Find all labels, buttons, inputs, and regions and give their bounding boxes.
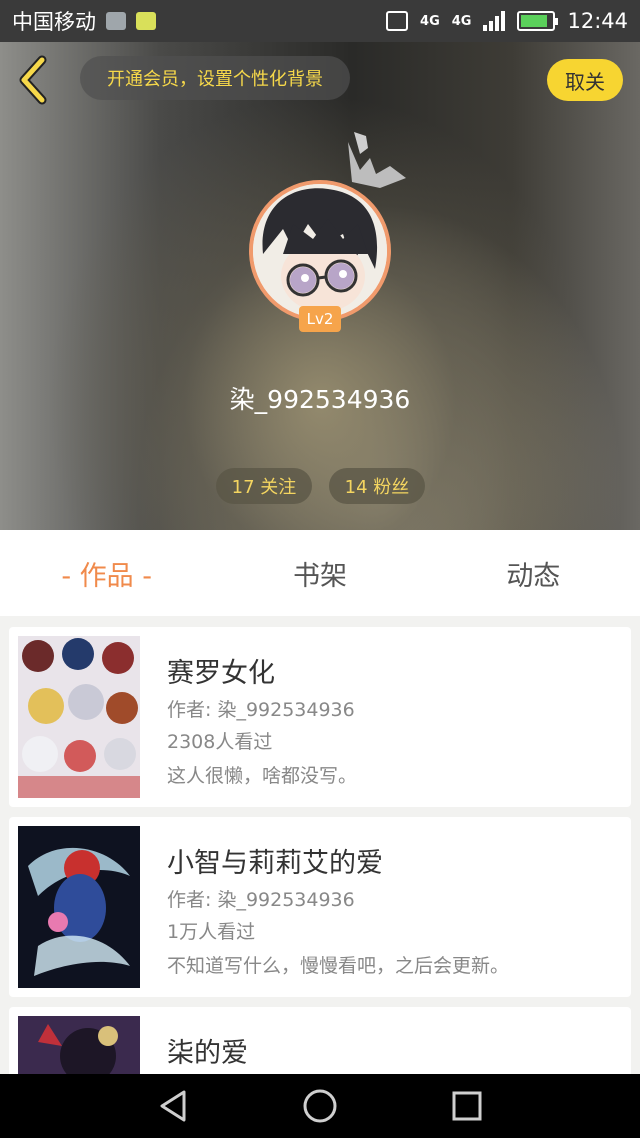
avatar-image	[253, 184, 387, 318]
work-author: 作者: 染_992534936	[167, 889, 355, 911]
work-title: 柒的爱	[167, 1038, 248, 1069]
crown-icon	[348, 132, 406, 188]
work-author: 作者: 染_992534936	[167, 699, 355, 721]
chat-icon	[136, 12, 156, 30]
back-triangle-icon	[160, 1090, 186, 1122]
tab-works[interactable]: - 作品 -	[0, 530, 213, 616]
nav-back-button[interactable]	[149, 1082, 197, 1130]
back-button[interactable]	[14, 54, 54, 106]
chevron-left-icon	[19, 55, 47, 105]
unfollow-button[interactable]: 取关	[547, 59, 623, 101]
network-type-1: 4G	[420, 13, 440, 29]
work-views: 2308人看过	[167, 731, 273, 753]
work-title: 赛罗女化	[167, 658, 275, 689]
profile-header: 开通会员，设置个性化背景 取关 Lv2 染_992534936 17 关注 14…	[0, 42, 640, 530]
nav-home-button[interactable]	[296, 1082, 344, 1130]
list-item[interactable]: 柒的爱	[9, 1007, 631, 1074]
work-description: 这人很懒，啥都没写。	[167, 765, 358, 787]
tab-bookshelf[interactable]: 书架	[213, 530, 426, 616]
avatar[interactable]	[249, 180, 391, 322]
cover-image	[18, 636, 140, 798]
vip-banner[interactable]: 开通会员，设置个性化背景	[80, 56, 350, 100]
carrier-label: 中国移动	[12, 10, 96, 34]
following-count[interactable]: 17 关注	[216, 468, 312, 504]
work-description: 不知道写什么，慢慢看吧，之后会更新。	[167, 955, 510, 977]
home-circle-icon	[303, 1089, 337, 1123]
recents-square-icon	[452, 1091, 482, 1121]
fans-count[interactable]: 14 粉丝	[329, 468, 425, 504]
status-bar: 中国移动 4G 4G 12:44	[0, 0, 640, 42]
clock: 12:44	[567, 9, 628, 33]
tab-activity[interactable]: 动态	[427, 530, 640, 616]
profile-tabs: - 作品 - 书架 动态	[0, 530, 640, 616]
network-type-2: 4G	[451, 13, 472, 29]
username: 染_992534936	[229, 385, 411, 414]
vibrate-icon	[386, 11, 409, 31]
system-nav-bar	[0, 1074, 640, 1138]
works-list: 赛罗女化 作者: 染_992534936 2308人看过 这人很懒，啥都没写。 …	[0, 616, 640, 1074]
level-badge: Lv2	[299, 306, 341, 332]
list-item[interactable]: 小智与莉莉艾的爱 作者: 染_992534936 1万人看过 不知道写什么，慢慢…	[9, 817, 631, 997]
battery-icon	[517, 11, 559, 31]
list-item[interactable]: 赛罗女化 作者: 染_992534936 2308人看过 这人很懒，啥都没写。	[9, 627, 631, 807]
nav-recents-button[interactable]	[443, 1082, 491, 1130]
cover-image	[18, 1016, 140, 1074]
cover-image	[18, 826, 140, 988]
gallery-icon	[106, 12, 126, 30]
signal-icon	[483, 11, 506, 31]
work-title: 小智与莉莉艾的爱	[167, 848, 383, 879]
work-views: 1万人看过	[167, 921, 256, 943]
